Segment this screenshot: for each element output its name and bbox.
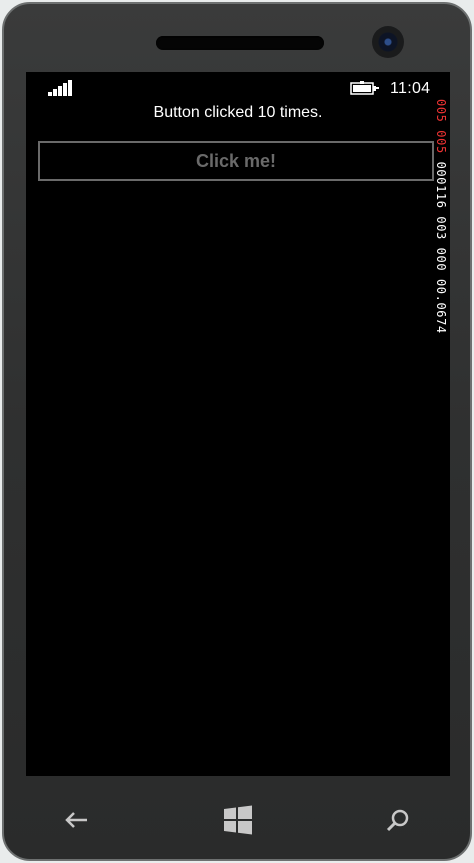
clock: 11:04 [390,80,431,97]
status-bar: 11:04 [26,72,450,104]
battery-charging-icon [350,81,379,95]
front-camera [372,26,404,58]
frame-rate-counter-red: 005 005 [434,99,448,154]
windows-start-icon [224,805,252,835]
search-icon [386,809,409,832]
signal-strength-icon [48,80,72,96]
hardware-nav-bar [4,784,474,854]
frame-rate-counter: 005 005 000116 003 000 00.0674 [434,99,448,334]
click-count-message: Button clicked 10 times. [153,104,323,121]
start-button[interactable] [218,800,258,840]
back-button[interactable] [56,800,96,840]
click-me-button[interactable]: Click me! [38,141,434,181]
frame-rate-counter-white: 000116 003 000 00.0674 [434,161,448,334]
earpiece-speaker [156,36,324,50]
phone-screen: 11:04 Button clicked 10 times. Click me! [26,72,450,776]
click-me-button-label: Click me! [195,150,277,171]
back-arrow-icon [65,812,87,828]
phone-frame: 11:04 Button clicked 10 times. Click me!… [2,2,472,861]
search-button[interactable] [378,800,418,840]
